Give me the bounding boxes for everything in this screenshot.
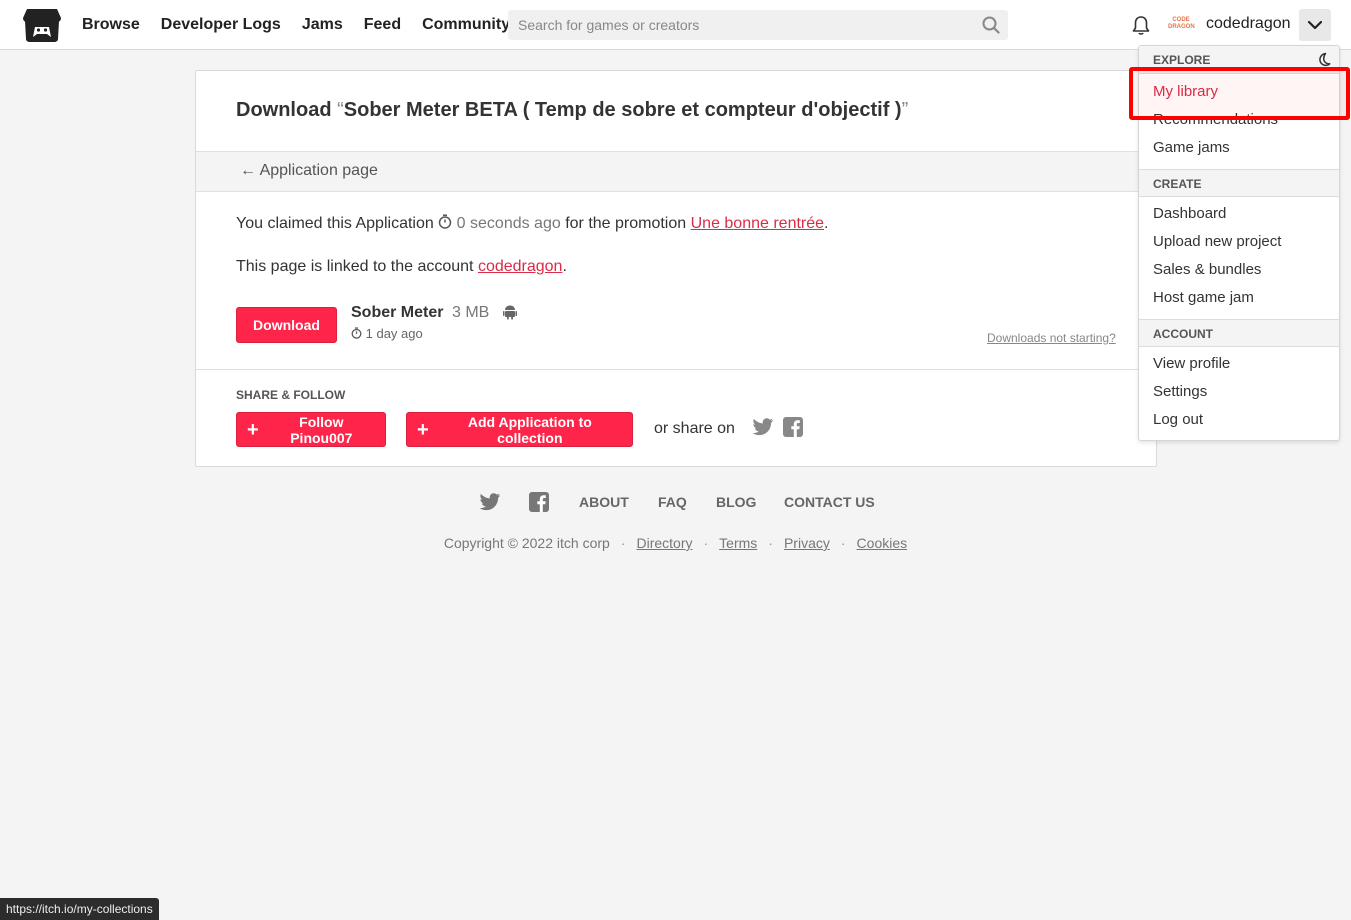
- application-page-link[interactable]: ← Application page: [240, 162, 378, 180]
- linked-period: .: [562, 258, 567, 275]
- cookies-link[interactable]: Cookies: [857, 535, 908, 551]
- follow-label: Follow Pinou007: [290, 413, 353, 446]
- nav-jams[interactable]: Jams: [302, 16, 343, 34]
- follow-button[interactable]: + Follow Pinou007: [236, 412, 386, 447]
- download-button[interactable]: Download: [236, 307, 337, 343]
- menu-sales-bundles[interactable]: Sales & bundles: [1153, 261, 1261, 278]
- add-to-collection-button[interactable]: + Add Application to collection: [406, 412, 633, 447]
- twitter-icon[interactable]: [479, 492, 501, 517]
- search-input[interactable]: [508, 10, 974, 40]
- back-bar: ← Application page: [196, 151, 1156, 192]
- title-game-name: Sober Meter BETA ( Temp de sobre et comp…: [343, 99, 902, 121]
- footer-faq-link[interactable]: FAQ: [658, 494, 687, 510]
- nav-developer-logs[interactable]: Developer Logs: [161, 16, 281, 34]
- nav-feed[interactable]: Feed: [364, 16, 401, 34]
- facebook-icon[interactable]: [529, 492, 549, 517]
- downloads-not-starting-link[interactable]: Downloads not starting?: [987, 331, 1116, 345]
- divider: [196, 369, 1156, 370]
- plus-icon: +: [417, 418, 429, 441]
- linked-account-link[interactable]: codedragon: [478, 258, 563, 275]
- stopwatch-icon: [438, 214, 452, 232]
- footer-links: ABOUT FAQ BLOG CONTACT US: [0, 491, 1351, 515]
- menu-host-game-jam[interactable]: Host game jam: [1153, 289, 1254, 306]
- search-bar: [508, 10, 1008, 40]
- promotion-link[interactable]: Une bonne rentrée: [691, 215, 824, 232]
- stopwatch-icon: [351, 326, 362, 341]
- menu-view-profile[interactable]: View profile: [1153, 355, 1230, 372]
- directory-link[interactable]: Directory: [636, 535, 692, 551]
- claim-period: .: [824, 215, 829, 232]
- download-panel: Download “Sober Meter BETA ( Temp de sob…: [195, 70, 1157, 467]
- claim-mid-text: for the promotion: [565, 215, 687, 232]
- bell-icon[interactable]: [1130, 14, 1152, 36]
- menu-game-jams[interactable]: Game jams: [1153, 139, 1230, 156]
- copyright-text: Copyright © 2022 itch corp: [443, 535, 610, 551]
- privacy-link[interactable]: Privacy: [784, 535, 830, 551]
- itch-logo-icon[interactable]: [22, 7, 62, 43]
- copyright-line: Copyright © 2022 itch corp · Directory · Ter…: [443, 535, 908, 551]
- main-nav: Browse Developer Logs Jams Feed Communit…: [82, 0, 531, 50]
- menu-settings[interactable]: Settings: [1153, 383, 1207, 400]
- upload-size: 3 MB: [452, 304, 490, 321]
- claim-prefix: You claimed this Application: [236, 215, 434, 232]
- title-prefix: Download: [236, 99, 338, 121]
- title-close-quote: ”: [901, 99, 909, 121]
- twitter-icon[interactable]: [752, 417, 774, 442]
- collection-label: Add Application to collection: [467, 413, 592, 446]
- status-bar-url: https://itch.io/my-collections: [0, 898, 159, 920]
- nav-browse[interactable]: Browse: [82, 16, 140, 34]
- footer-contact-link[interactable]: CONTACT US: [784, 494, 875, 510]
- page-title: Download “Sober Meter BETA ( Temp de sob…: [236, 99, 908, 122]
- menu-upload-new-project[interactable]: Upload new project: [1153, 233, 1281, 250]
- claim-time: 0 seconds ago: [456, 215, 561, 232]
- or-share-text: or share on: [654, 420, 735, 437]
- footer-about-link[interactable]: ABOUT: [579, 494, 629, 510]
- linked-account-line: This page is linked to the account coded…: [236, 258, 567, 276]
- explore-header-label: EXPLORE: [1153, 53, 1211, 67]
- menu-log-out[interactable]: Log out: [1153, 411, 1203, 428]
- highlight-box: [1129, 67, 1350, 120]
- avatar[interactable]: CODE DRAGON: [1168, 13, 1195, 37]
- create-header: CREATE: [1139, 169, 1339, 197]
- plus-icon: +: [247, 418, 259, 441]
- share-follow-title: SHARE & FOLLOW: [236, 388, 346, 402]
- terms-link[interactable]: Terms: [719, 535, 757, 551]
- upload-date-text: 1 day ago: [365, 326, 423, 341]
- menu-dashboard[interactable]: Dashboard: [1153, 205, 1226, 222]
- facebook-icon[interactable]: [783, 417, 803, 442]
- top-header: Browse Developer Logs Jams Feed Communit…: [0, 0, 1351, 50]
- upload-name: Sober Meter: [351, 304, 444, 321]
- upload-date: 1 day ago: [351, 326, 423, 341]
- claim-line: You claimed this Application 0 seconds a…: [236, 214, 829, 233]
- search-icon[interactable]: [974, 10, 1008, 40]
- nav-community[interactable]: Community: [422, 16, 510, 34]
- linked-prefix: This page is linked to the account: [236, 258, 474, 275]
- android-icon: [503, 304, 517, 325]
- username[interactable]: codedragon: [1206, 15, 1291, 33]
- account-header: ACCOUNT: [1139, 319, 1339, 347]
- title-open-quote: “: [337, 99, 344, 121]
- footer-blog-link[interactable]: BLOG: [716, 494, 756, 510]
- chevron-down-icon[interactable]: [1299, 9, 1331, 41]
